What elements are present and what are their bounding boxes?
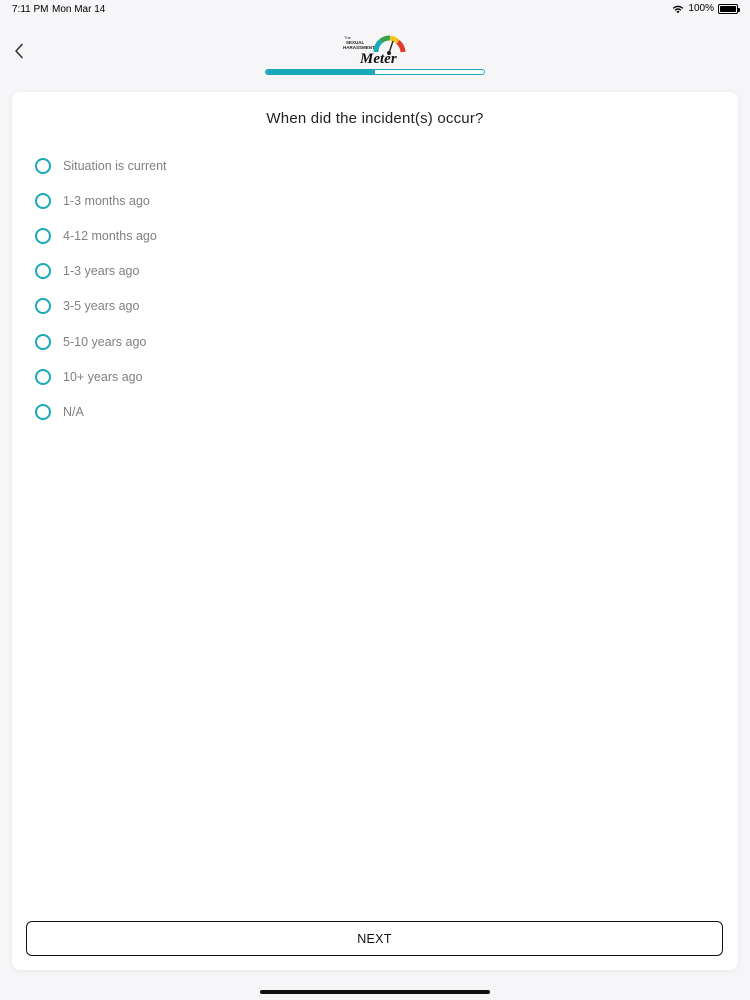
progress-bar xyxy=(265,69,485,75)
app-logo: The SEXUAL HARASSMENT Meter xyxy=(340,32,406,70)
radio-option[interactable]: 1-3 years ago xyxy=(35,254,167,289)
radio-button[interactable] xyxy=(35,298,51,315)
question-card: When did the incident(s) occur? Situatio… xyxy=(12,92,738,970)
radio-option-label: 1-3 years ago xyxy=(63,264,140,279)
radio-button[interactable] xyxy=(35,368,51,385)
radio-option[interactable]: 5-10 years ago xyxy=(35,324,167,359)
radio-option-label: N/A xyxy=(63,404,84,419)
radio-option-label: 4-12 months ago xyxy=(63,228,157,243)
status-date: Mon Mar 14 xyxy=(52,4,106,15)
radio-button[interactable] xyxy=(35,403,51,420)
status-time: 7:11 PM xyxy=(12,4,49,15)
radio-button[interactable] xyxy=(35,227,51,244)
app-header: The SEXUAL HARASSMENT Meter xyxy=(0,20,750,82)
logo-word: Meter xyxy=(359,51,397,67)
radio-option[interactable]: 3-5 years ago xyxy=(35,289,167,324)
logo-line3: HARASSMENT xyxy=(343,45,375,50)
radio-option-label: 1-3 months ago xyxy=(63,193,150,208)
next-button[interactable]: NEXT xyxy=(26,921,723,956)
radio-button[interactable] xyxy=(35,333,51,350)
meter-logo-icon: The SEXUAL HARASSMENT Meter xyxy=(343,35,406,67)
radio-option-label: 3-5 years ago xyxy=(63,299,140,314)
radio-button[interactable] xyxy=(35,263,51,280)
status-bar: 7:11 PM Mon Mar 14 100% xyxy=(0,0,750,20)
home-indicator xyxy=(260,990,490,994)
status-right: 100% xyxy=(672,3,740,14)
progress-fill xyxy=(266,70,375,74)
radio-option-label: 10+ years ago xyxy=(63,369,143,384)
radio-option[interactable]: 1-3 months ago xyxy=(35,183,167,218)
back-button[interactable] xyxy=(8,38,30,64)
wifi-icon xyxy=(673,5,684,13)
battery-icon xyxy=(718,3,740,14)
radio-option-label: 5-10 years ago xyxy=(63,334,147,349)
radio-option[interactable]: N/A xyxy=(35,394,167,429)
battery-percent: 100% xyxy=(688,3,714,14)
chevron-left-icon xyxy=(15,43,23,59)
question-title: When did the incident(s) occur? xyxy=(266,110,484,127)
radio-button[interactable] xyxy=(35,192,51,209)
radio-option[interactable]: 4-12 months ago xyxy=(35,218,167,253)
radio-option[interactable]: Situation is current xyxy=(35,148,167,183)
radio-option-label: Situation is current xyxy=(63,158,167,173)
radio-button[interactable] xyxy=(35,157,51,174)
options-list: Situation is current 1-3 months ago 4-12 m… xyxy=(35,148,167,430)
radio-option[interactable]: 10+ years ago xyxy=(35,359,167,394)
